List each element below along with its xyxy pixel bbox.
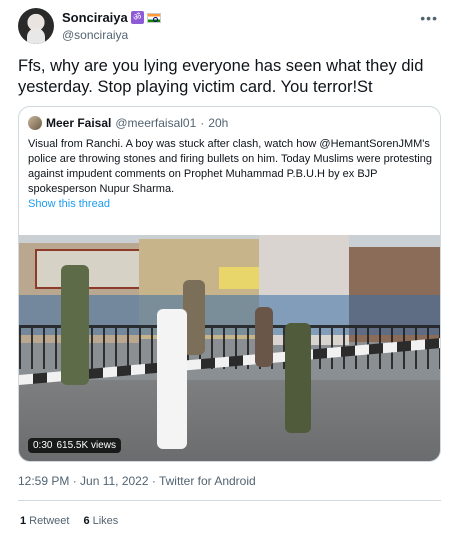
tweet-header: Sonciraiya ॐ @sonciraiya ••• [18,8,438,44]
quoted-avatar [28,116,42,130]
video-info-badge: 0:30 615.5K views [28,438,121,453]
retweets-label: Retweet [29,515,70,527]
tweet-timestamp[interactable]: 12:59 PM · Jun 11, 2022 · Twitter for An… [18,474,256,488]
om-symbol-icon: ॐ [130,11,144,24]
tweet-text: Ffs, why are you lying everyone has seen… [18,57,424,96]
divider [18,500,441,501]
quoted-tweet[interactable]: Meer Faisal @meerfaisal01 · 20h Visual f… [18,106,441,462]
quoted-display-name: Meer Faisal [46,116,112,130]
author-name-row[interactable]: Sonciraiya ॐ [62,10,161,25]
retweets-count: 1 [20,515,27,527]
likes-stat[interactable]: 6 Likes [83,515,118,527]
quoted-tweet-header: Meer Faisal @meerfaisal01 · 20h [28,116,228,130]
video-officer-left [61,265,89,385]
video-building-yellow-sign [219,267,259,289]
video-bystander [255,307,273,367]
video-officer-right [285,323,311,433]
quoted-time: 20h [208,116,229,130]
retweets-stat[interactable]: 1 Retweet [20,515,69,527]
india-flag-icon [146,12,161,23]
video-duration: 0:30 [33,440,53,451]
avatar[interactable] [18,8,54,44]
more-horizontal-icon[interactable]: ••• [420,10,438,26]
user-handle[interactable]: @sonciraiya [62,28,128,42]
quoted-handle: @meerfaisal01 [115,116,197,130]
quoted-separator: · [200,116,205,130]
engagement-stats: 1 Retweet 6 Likes [20,515,118,527]
show-thread-link[interactable]: Show this thread [28,198,110,210]
likes-count: 6 [83,515,90,527]
video-player[interactable]: 0:30 615.5K views [19,235,440,461]
quoted-tweet-text: Visual from Ranchi. A boy was stuck afte… [28,138,432,195]
video-views: 615.5K views [56,440,116,451]
likes-label: Likes [92,515,119,527]
display-name[interactable]: Sonciraiya [62,10,128,25]
video-boy-white [157,309,187,449]
